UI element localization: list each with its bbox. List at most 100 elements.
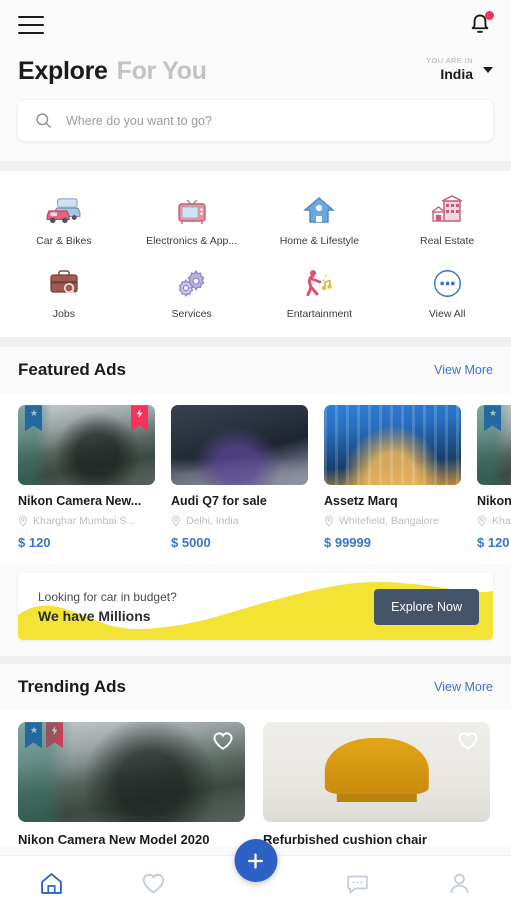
section-divider <box>0 337 511 348</box>
ad-location: Whitefield, Bangalore <box>324 515 461 527</box>
category-services[interactable]: Services <box>128 258 256 327</box>
trending-ad-card[interactable]: Refurbished cushion chair <box>263 722 490 847</box>
trending-ads-header: Trending Ads View More <box>0 664 511 711</box>
nav-item-chat[interactable] <box>307 856 409 911</box>
ellipsis-circle-icon <box>427 265 467 301</box>
explore-now-button[interactable]: Explore Now <box>374 588 479 625</box>
ad-title: Nikon Camera New Model 2020 <box>18 832 210 848</box>
category-home-and-lifestyle[interactable]: Home & Lifestyle <box>256 185 384 254</box>
promo-text-block: Looking for car in budget? We have Milli… <box>38 590 177 624</box>
ad-thumbnail <box>477 405 511 486</box>
ad-title: Assetz Marq <box>324 494 398 509</box>
home-icon <box>40 873 62 894</box>
ad-location-text: Kharghar Mumbai S... <box>33 515 136 528</box>
ad-price: $ 120 <box>18 535 51 551</box>
featured-ad-card[interactable]: Audi Q7 for sale Delhi, India $ 5000 <box>171 405 308 550</box>
section-title: Featured Ads <box>18 360 127 380</box>
chevron-down-icon <box>483 66 493 73</box>
top-bar <box>0 0 511 50</box>
briefcase-icon <box>44 265 84 301</box>
house-icon <box>299 192 339 228</box>
section-divider <box>0 161 511 172</box>
featured-star-badge <box>25 405 42 432</box>
category-label: Services <box>171 308 212 321</box>
search-bar[interactable] <box>18 100 493 142</box>
nav-item-favorites[interactable] <box>102 856 204 911</box>
category-label: Jobs <box>52 308 75 321</box>
section-divider <box>0 656 511 665</box>
location-kicker: YOU ARE IN <box>426 56 473 65</box>
featured-view-more-link[interactable]: View More <box>434 363 493 377</box>
search-icon <box>36 113 51 129</box>
category-label: Real Estate <box>419 235 475 248</box>
trending-ads-carousel[interactable]: Nikon Camera New Model 2020 Refurbished … <box>0 710 511 848</box>
promo-banner[interactable]: Looking for car in budget? We have Milli… <box>18 573 493 641</box>
category-label: Home & Lifestyle <box>279 235 360 248</box>
ad-thumbnail <box>171 405 308 486</box>
ad-thumbnail <box>18 405 155 486</box>
urgent-bolt-badge <box>46 722 63 749</box>
category-jobs[interactable]: Jobs <box>0 258 128 327</box>
hamburger-bar <box>18 16 44 18</box>
notification-bell-button[interactable] <box>467 11 494 38</box>
ad-price: $ 99999 <box>324 535 371 551</box>
hamburger-menu-icon[interactable] <box>18 16 44 34</box>
category-entertainment[interactable]: Entartainment <box>256 258 384 327</box>
location-texts: YOU ARE IN India <box>426 56 473 83</box>
featured-ad-card[interactable]: Assetz Marq Whitefield, Bangalore $ 9999… <box>324 405 461 550</box>
tab-for-you[interactable]: For You <box>117 57 207 86</box>
section-title: Trending Ads <box>18 677 126 697</box>
building-icon <box>427 192 467 228</box>
ad-title: Audi Q7 for sale <box>171 494 267 509</box>
category-label: View All <box>428 308 466 321</box>
promo-line-1: Looking for car in budget? <box>38 589 177 604</box>
ad-thumbnail <box>18 722 245 823</box>
featured-ads-header: Featured Ads View More <box>0 347 511 394</box>
ad-thumbnail <box>263 722 490 823</box>
category-grid: Car & Bikes Electronics & App... Home & … <box>0 171 511 338</box>
ad-location: Kharghar Mumbai S... <box>477 515 511 527</box>
search-input[interactable] <box>66 113 477 128</box>
hamburger-bar <box>18 24 44 26</box>
chat-icon <box>347 875 368 894</box>
ad-location-text: Delhi, India <box>186 515 239 528</box>
urgent-bolt-badge <box>131 405 148 432</box>
add-listing-fab[interactable] <box>234 839 277 882</box>
ad-title: Nikon Camera New... <box>18 494 142 509</box>
television-icon <box>172 192 212 228</box>
ad-thumbnail <box>324 405 461 486</box>
category-view-all[interactable]: View All <box>383 258 511 327</box>
app-root: Explore For You YOU ARE IN India Where d… <box>0 0 511 911</box>
category-electronics-and-appliances[interactable]: Electronics & App... <box>128 185 256 254</box>
nav-item-home[interactable] <box>0 856 102 911</box>
tab-explore[interactable]: Explore <box>18 57 108 86</box>
category-real-estate[interactable]: Real Estate <box>383 185 511 254</box>
trending-view-more-link[interactable]: View More <box>434 680 493 694</box>
profile-icon <box>450 873 469 894</box>
featured-star-badge <box>484 405 501 432</box>
plus-icon <box>247 852 264 869</box>
favorite-heart-icon[interactable] <box>457 731 479 751</box>
favorite-heart-icon[interactable] <box>212 731 234 751</box>
ad-title: Refurbished cushion chair <box>263 832 427 848</box>
location-pin-icon <box>477 515 487 528</box>
category-car-and-bikes[interactable]: Car & Bikes <box>0 185 128 254</box>
featured-ad-card[interactable]: Nikon Camera New... Kharghar Mumbai S...… <box>477 405 511 550</box>
title-row: Explore For You YOU ARE IN India <box>0 50 511 87</box>
location-pin-icon <box>171 515 181 528</box>
trending-ad-card[interactable]: Nikon Camera New Model 2020 <box>18 722 245 847</box>
ad-location-text: Whitefield, Bangalore <box>339 515 439 528</box>
ad-location: Delhi, India <box>171 515 308 527</box>
featured-ads-carousel[interactable]: Nikon Camera New... Kharghar Mumbai S...… <box>0 393 511 565</box>
promo-banner-section: Looking for car in budget? We have Milli… <box>0 564 511 657</box>
search-section <box>0 86 511 162</box>
ad-location-text: Kharghar Mumbai S... <box>492 515 511 528</box>
notification-badge <box>485 11 494 20</box>
promo-line-2: We have Millions <box>38 607 151 624</box>
ad-price: $ 120 <box>477 535 510 551</box>
location-selector[interactable]: YOU ARE IN India <box>426 56 493 86</box>
nav-item-profile[interactable] <box>409 856 511 911</box>
location-pin-icon <box>324 515 334 528</box>
location-value: India <box>440 65 473 82</box>
featured-ad-card[interactable]: Nikon Camera New... Kharghar Mumbai S...… <box>18 405 155 550</box>
